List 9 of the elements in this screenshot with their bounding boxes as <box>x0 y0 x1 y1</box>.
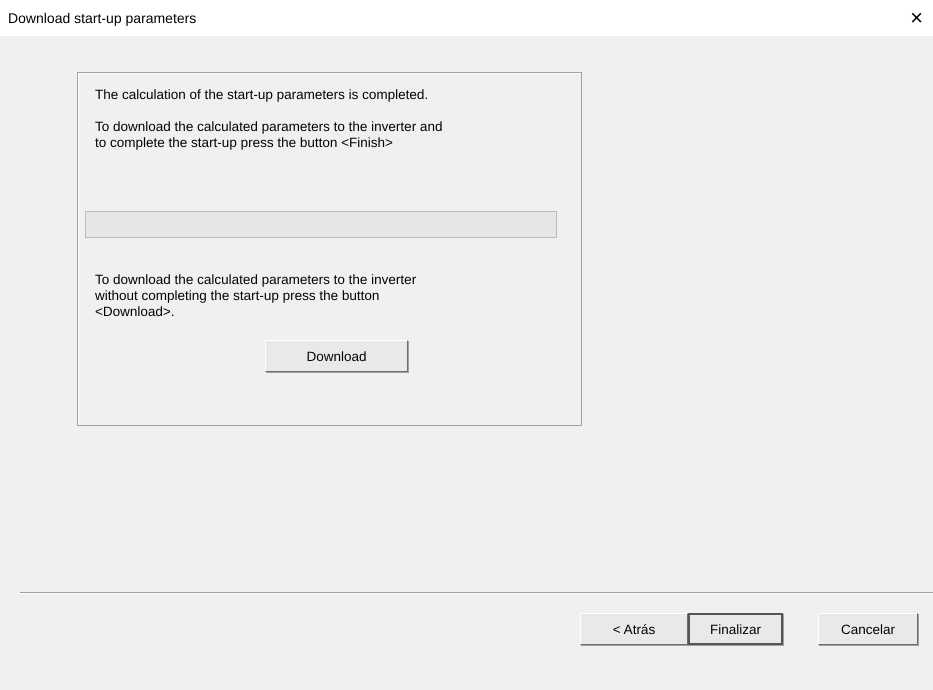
finish-instructions: To download the calculated parameters to the inverter and to complete the start-up press the button <Finish> <box>95 119 444 151</box>
download-instructions: To download the calculated parameters to the inverter without completing the start-up press the button <Download>. <box>95 272 418 320</box>
window-title: Download start-up parameters <box>8 10 196 26</box>
download-button[interactable]: Download <box>265 340 408 372</box>
close-button[interactable]: × <box>910 7 923 29</box>
wizard-button[interactable]: Cancelar <box>818 613 918 645</box>
wizard-button[interactable]: Finalizar <box>688 613 783 645</box>
wizard-button[interactable]: < Atrás <box>580 613 688 645</box>
status-message: The calculation of the start-up parameters is completed. <box>95 87 430 103</box>
